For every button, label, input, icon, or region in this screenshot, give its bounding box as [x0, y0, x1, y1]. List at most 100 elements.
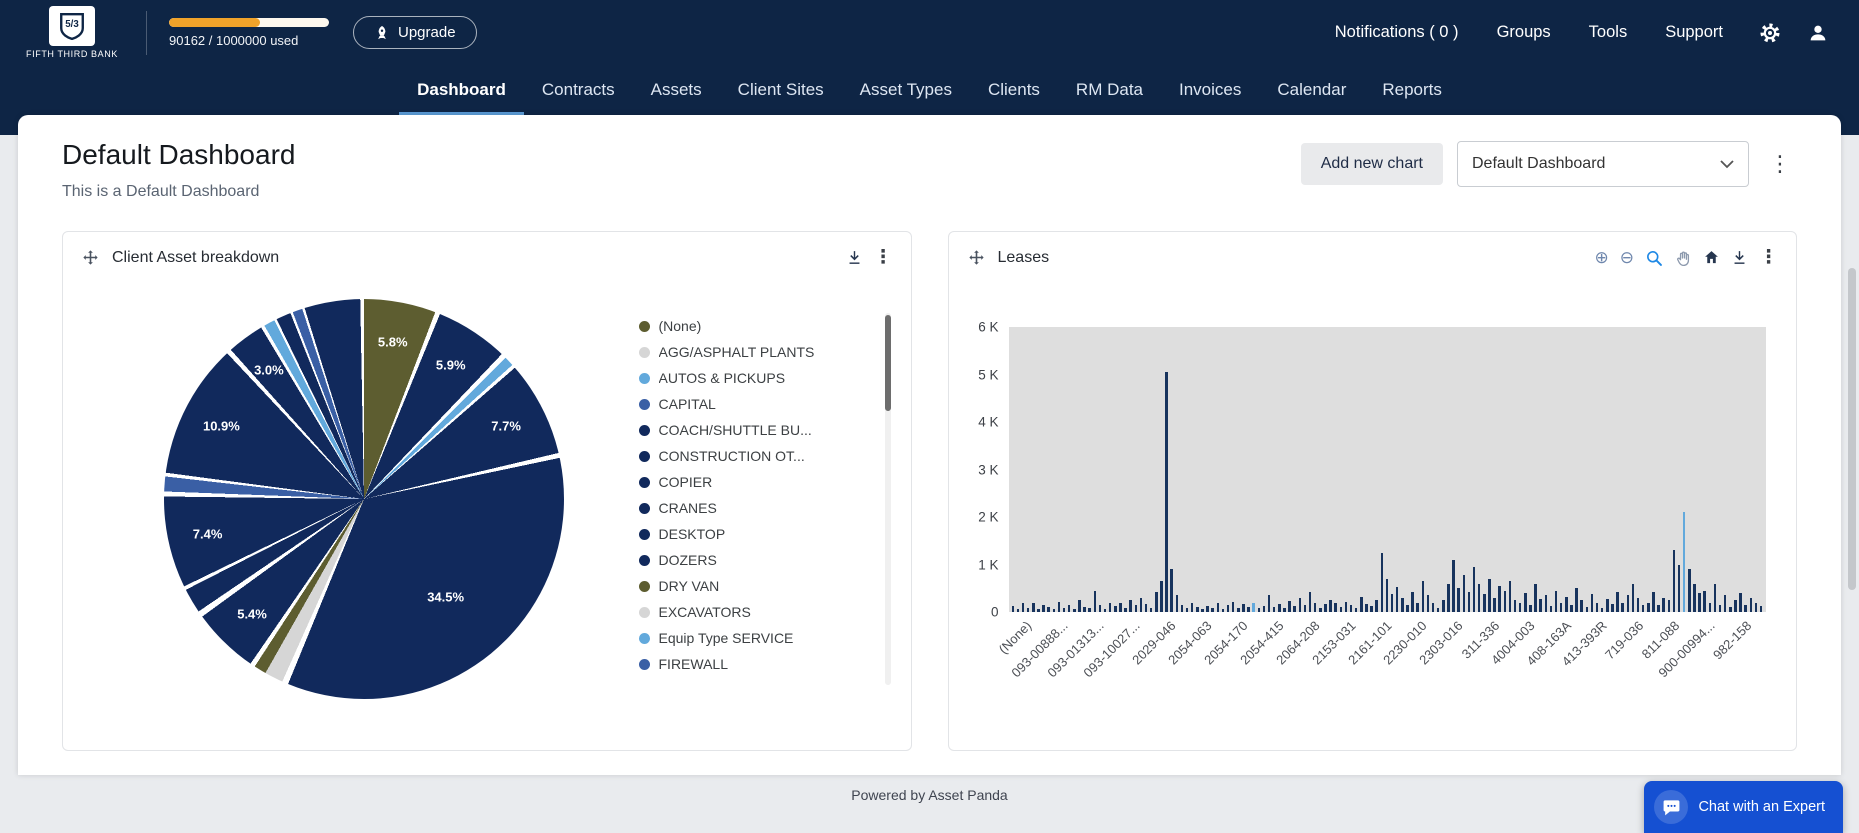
page-subtitle: This is a Default Dashboard	[62, 183, 295, 201]
bar	[1555, 591, 1558, 612]
legend-list: (None)AGG/ASPHALT PLANTSAUTOS & PICKUPSC…	[639, 313, 877, 685]
bar-plot-area[interactable]	[1009, 327, 1767, 612]
legend-item-capital[interactable]: CAPITAL	[639, 391, 877, 417]
usage-progress-bar	[169, 18, 260, 27]
dashboard-select[interactable]: Default Dashboard	[1457, 141, 1749, 187]
top-link-groups[interactable]: Groups	[1497, 23, 1551, 42]
nav-tab-reports[interactable]: Reports	[1364, 65, 1460, 115]
move-icon[interactable]	[81, 248, 100, 267]
nav-tab-invoices[interactable]: Invoices	[1161, 65, 1259, 115]
nav-tab-contracts[interactable]: Contracts	[524, 65, 633, 115]
leases-chart-card: Leases ⊕⊖⋮ 01 K2 K3 K4 K5 K6 K (None)093…	[948, 231, 1798, 751]
y-tick-label: 4 K	[978, 415, 998, 430]
bar	[1135, 605, 1138, 612]
top-links: Notifications ( 0 ) Groups Tools Support	[1335, 23, 1723, 42]
x-tick-label: 719-036	[1602, 618, 1646, 662]
dashboard-select-value: Default Dashboard	[1472, 155, 1605, 173]
legend-item-none[interactable]: (None)	[639, 313, 877, 339]
legend-item-autos-pickups[interactable]: AUTOS & PICKUPS	[639, 365, 877, 391]
bar	[1632, 584, 1635, 613]
download-icon[interactable]	[846, 249, 863, 266]
bar	[1304, 605, 1307, 612]
legend-item-coach-shuttle-bu[interactable]: COACH/SHUTTLE BU...	[639, 417, 877, 443]
legend-scrollbar[interactable]	[885, 313, 891, 685]
bar	[1375, 600, 1378, 612]
legend-label: DESKTOP	[659, 526, 726, 542]
usage-label: 90162 / 1000000 used	[169, 33, 329, 48]
legend-item-equip-type-service[interactable]: Equip Type SERVICE	[639, 625, 877, 651]
nav-tab-asset-types[interactable]: Asset Types	[842, 65, 970, 115]
kebab-menu-icon[interactable]: ⋮	[1763, 147, 1797, 181]
gear-icon[interactable]	[1759, 22, 1781, 44]
legend-scrollbar-thumb[interactable]	[885, 315, 891, 411]
chat-label: Chat with an Expert	[1698, 799, 1825, 815]
legend-item-agg-asphalt-plants[interactable]: AGG/ASPHALT PLANTS	[639, 339, 877, 365]
legend-item-copier[interactable]: COPIER	[639, 469, 877, 495]
top-link-tools[interactable]: Tools	[1589, 23, 1628, 42]
legend-item-excavators[interactable]: EXCAVATORS	[639, 599, 877, 625]
legend-item-forklift-electric[interactable]: FORKLIFT - ELECTRIC	[639, 677, 877, 685]
add-new-chart-button[interactable]: Add new chart	[1301, 143, 1443, 185]
legend-item-firewall[interactable]: FIREWALL	[639, 651, 877, 677]
bar	[1478, 584, 1481, 613]
legend-item-desktop[interactable]: DESKTOP	[639, 521, 877, 547]
bar	[1565, 597, 1568, 612]
legend-item-construction-ot[interactable]: CONSTRUCTION OT...	[639, 443, 877, 469]
zoom-out-icon[interactable]: ⊖	[1620, 249, 1634, 266]
nav-tab-client-sites[interactable]: Client Sites	[720, 65, 842, 115]
zoom-in-icon[interactable]: ⊕	[1595, 249, 1609, 266]
top-link-support[interactable]: Support	[1665, 23, 1723, 42]
x-tick-label: 982-158	[1710, 618, 1754, 662]
page-scrollbar[interactable]	[1848, 268, 1856, 590]
bar	[1329, 600, 1332, 612]
nav-tab-clients[interactable]: Clients	[970, 65, 1058, 115]
bar	[1739, 593, 1742, 612]
usage-meter: 90162 / 1000000 used	[169, 18, 329, 48]
bar	[1165, 372, 1168, 612]
brand-logo[interactable]: 5/3 Fifth Third Bank	[20, 6, 124, 59]
top-link-notifications-0[interactable]: Notifications ( 0 )	[1335, 23, 1459, 42]
legend-color-dot	[639, 373, 650, 384]
upgrade-button[interactable]: Upgrade	[353, 16, 477, 49]
bar	[1662, 598, 1665, 612]
nav-tab-dashboard[interactable]: Dashboard	[399, 65, 524, 115]
bar	[1360, 597, 1363, 612]
move-icon[interactable]	[967, 248, 986, 267]
user-icon[interactable]	[1807, 22, 1829, 44]
kebab-menu-icon[interactable]: ⋮	[1759, 248, 1778, 267]
legend-item-dozers[interactable]: DOZERS	[639, 547, 877, 573]
legend-color-dot	[639, 659, 650, 670]
nav-tab-calendar[interactable]: Calendar	[1259, 65, 1364, 115]
bar	[1350, 605, 1353, 612]
legend-color-dot	[639, 477, 650, 488]
nav-tab-rm-data[interactable]: RM Data	[1058, 65, 1161, 115]
download-icon[interactable]	[1731, 249, 1748, 266]
y-tick-label: 0	[991, 605, 999, 620]
chat-with-expert-button[interactable]: Chat with an Expert	[1644, 781, 1843, 833]
bar	[1442, 600, 1445, 612]
reset-icon[interactable]	[1703, 249, 1720, 266]
bar	[1488, 579, 1491, 612]
nav-tab-assets[interactable]: Assets	[633, 65, 720, 115]
bar	[1534, 584, 1537, 613]
y-axis: 01 K2 K3 K4 K5 K6 K	[963, 327, 1009, 612]
pie-chart[interactable]: 5.8%5.9%7.7%34.5%5.4%7.4%10.9%3.0%	[164, 299, 564, 699]
legend-item-cranes[interactable]: CRANES	[639, 495, 877, 521]
bar	[1278, 604, 1281, 612]
brand-name: Fifth Third Bank	[26, 49, 118, 59]
legend-label: AGG/ASPHALT PLANTS	[659, 344, 815, 360]
bar	[1334, 603, 1337, 612]
bar	[1099, 605, 1102, 612]
bar	[1160, 581, 1163, 612]
bar	[1078, 600, 1081, 612]
box-zoom-icon[interactable]	[1645, 249, 1663, 267]
pan-icon[interactable]	[1674, 249, 1692, 267]
bar	[1299, 598, 1302, 612]
legend-item-dry-van[interactable]: DRY VAN	[639, 573, 877, 599]
chat-icon	[1654, 790, 1688, 824]
bar	[1483, 594, 1486, 612]
bar	[1698, 593, 1701, 612]
bar	[1381, 553, 1384, 612]
kebab-menu-icon[interactable]: ⋮	[874, 248, 893, 267]
bar	[1427, 595, 1430, 612]
